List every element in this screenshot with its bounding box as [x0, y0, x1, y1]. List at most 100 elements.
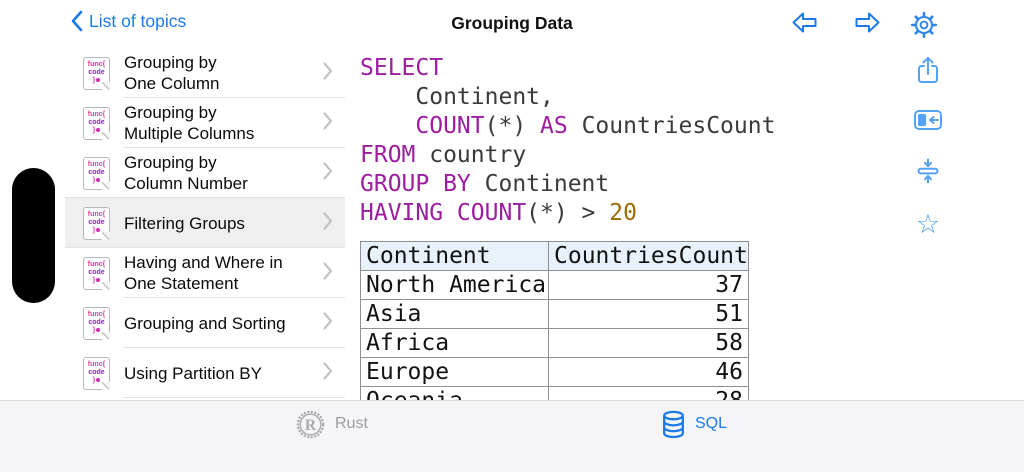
- func-code-doc-icon: func{code}: [83, 206, 110, 240]
- func-code-doc-icon: func{code}: [83, 56, 110, 90]
- star-icon: ☆: [915, 209, 941, 239]
- doc-icon-text-line1: func{: [87, 61, 106, 68]
- code-line: COUNT(*) AS CountriesCount: [360, 112, 775, 141]
- doc-icon-dot: [96, 178, 101, 182]
- table-cell-count: 58: [548, 328, 749, 358]
- topics-sidebar: func{code} Grouping by One Column func{cod…: [65, 48, 345, 398]
- doc-icon-dot: [96, 278, 101, 282]
- doc-icon-text-line3: }: [93, 227, 101, 235]
- doc-icon-dot: [96, 378, 101, 382]
- code-segment: 20: [609, 200, 637, 226]
- code-segment: AS: [540, 113, 568, 139]
- bottom-tab-bar: R Rust SQL: [0, 400, 1024, 472]
- sidebar-item-label: Having and Where in One Statement: [124, 253, 283, 293]
- sidebar-item-label: Grouping by Multiple Columns: [124, 103, 255, 143]
- collapse-code-button[interactable]: [913, 157, 943, 187]
- code-segment: HAVING COUNT: [360, 200, 527, 226]
- doc-icon-text-line3: }: [93, 377, 101, 385]
- app-window: List of topics Grouping Data func{code …: [0, 0, 1024, 472]
- table-row: Europe 46: [360, 357, 749, 387]
- doc-icon-text-line3: }: [93, 327, 101, 335]
- arrow-left-outline-icon: [792, 12, 816, 33]
- navigate-forward-button[interactable]: [852, 10, 882, 38]
- table-cell-count: 37: [548, 270, 749, 300]
- navigate-back-button[interactable]: [789, 10, 819, 38]
- code-line: HAVING COUNT(*) > 20: [360, 199, 775, 228]
- sidebar-item[interactable]: func{code} Grouping and Sorting: [65, 298, 345, 348]
- code-segment: Continent: [470, 171, 610, 197]
- top-navigation-bar: List of topics Grouping Data: [0, 0, 1024, 48]
- tab-rust-label: Rust: [335, 415, 368, 432]
- doc-icon-text-line3: }: [93, 177, 101, 185]
- doc-icon-text-line1: func{: [87, 361, 106, 368]
- table-row: North America 37: [360, 270, 749, 300]
- sidebar-item[interactable]: func{code} Grouping by Column Number: [65, 148, 345, 198]
- chevron-right-icon: [323, 111, 333, 135]
- func-code-doc-icon: func{code}: [83, 306, 110, 340]
- doc-icon-text-line1: func{: [87, 211, 106, 218]
- code-segment: CountriesCount: [567, 113, 776, 139]
- table-header-row: Continent CountriesCount: [360, 241, 749, 271]
- code-segment: GROUP BY: [360, 171, 471, 197]
- func-code-doc-icon: func{code}: [83, 256, 110, 290]
- rust-logo-icon: R: [296, 410, 325, 438]
- sidebar-item[interactable]: func{code} Using Partition BY: [65, 348, 345, 398]
- doc-icon-dot: [96, 328, 101, 332]
- doc-icon-text-line2: code: [88, 269, 105, 276]
- sidebar-item-label: Grouping and Sorting: [124, 313, 286, 333]
- table-cell-continent: North America: [360, 270, 549, 300]
- chevron-right-icon: [323, 261, 333, 285]
- sidebar-item[interactable]: func{code} Having and Where in One Statem…: [65, 248, 345, 298]
- doc-icon-text-line3: }: [93, 277, 101, 285]
- table-cell-continent: Europe: [360, 357, 549, 387]
- table-header-cell: Continent: [360, 241, 549, 271]
- doc-icon-text-line1: func{: [87, 311, 106, 318]
- sidebar-item-label: Using Partition BY: [124, 363, 262, 383]
- sidebar-item-label: Filtering Groups: [124, 213, 245, 233]
- doc-icon-text-line1: func{: [87, 161, 106, 168]
- doc-icon-dot: [96, 78, 101, 82]
- chevron-left-icon: [71, 10, 83, 32]
- code-segment: (*): [484, 113, 541, 139]
- collapse-vertical-icon: [917, 158, 939, 184]
- table-header-cell: CountriesCount: [548, 241, 749, 271]
- doc-icon-dot: [96, 228, 101, 232]
- toggle-sidebar-button[interactable]: [913, 106, 943, 136]
- chevron-right-icon: [323, 311, 333, 335]
- doc-icon-text-line2: code: [88, 169, 105, 176]
- hide-panel-icon: [914, 109, 942, 130]
- code-line: GROUP BY Continent: [360, 170, 775, 199]
- settings-button[interactable]: [909, 10, 939, 39]
- svg-text:R: R: [305, 416, 317, 433]
- doc-icon-text-line2: code: [88, 369, 105, 376]
- func-code-doc-icon: func{code}: [83, 106, 110, 140]
- table-row: Africa 58: [360, 328, 749, 358]
- camera-notch: [12, 168, 55, 303]
- back-to-topics-button[interactable]: List of topics: [70, 10, 186, 32]
- sidebar-item[interactable]: func{code} Grouping by One Column: [65, 48, 345, 98]
- table-row: Asia 51: [360, 299, 749, 329]
- sidebar-item[interactable]: func{code} Grouping by Multiple Columns: [65, 98, 345, 148]
- doc-icon-text-line1: func{: [87, 111, 106, 118]
- doc-icon-dot: [96, 128, 101, 132]
- doc-icon-text-line2: code: [88, 119, 105, 126]
- code-segment: SELECT: [360, 55, 444, 81]
- chevron-right-icon: [323, 161, 333, 185]
- tab-rust[interactable]: R Rust: [295, 409, 368, 439]
- code-line: FROM country: [360, 141, 775, 170]
- sidebar-item-label: Grouping by One Column: [124, 53, 220, 93]
- table-cell-continent: Africa: [360, 328, 549, 358]
- sidebar-item-label: Grouping by Column Number: [124, 153, 248, 193]
- gear-icon: [910, 11, 938, 39]
- share-icon: [918, 57, 938, 83]
- sidebar-item[interactable]: func{code} Filtering Groups: [65, 198, 345, 248]
- favorite-button[interactable]: ☆: [913, 209, 943, 239]
- func-code-doc-icon: func{code}: [83, 156, 110, 190]
- tab-sql[interactable]: SQL: [661, 409, 727, 439]
- code-line: SELECT: [360, 54, 775, 83]
- doc-icon-text-line3: }: [93, 77, 101, 85]
- code-segment: country: [415, 142, 527, 168]
- share-button[interactable]: [913, 55, 943, 85]
- back-button-label: List of topics: [89, 10, 187, 31]
